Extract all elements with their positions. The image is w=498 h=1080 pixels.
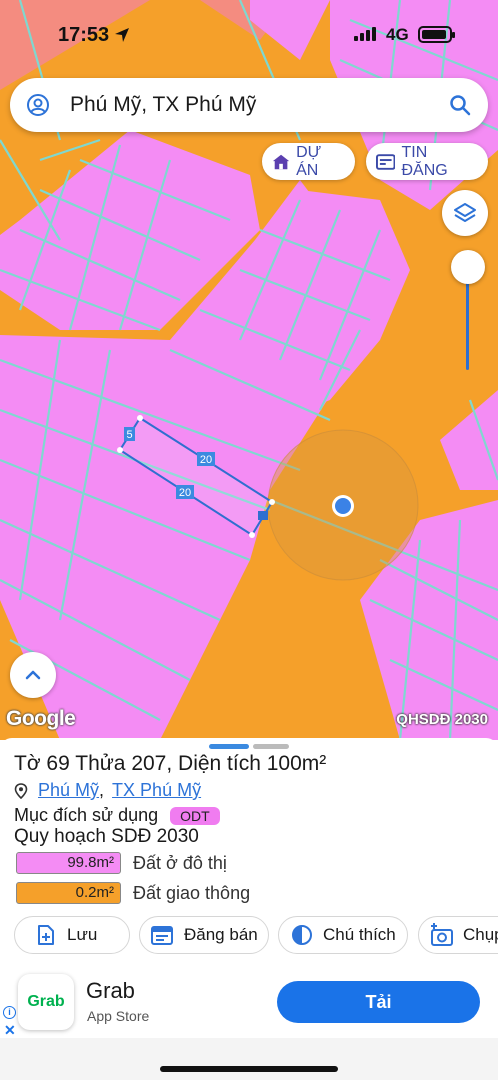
- ad-close-icon[interactable]: ✕: [4, 1022, 16, 1039]
- map-source-label: QHSDĐ 2030: [396, 711, 488, 728]
- bottom-area: [0, 1038, 498, 1080]
- search-bar[interactable]: Phú Mỹ, TX Phú Mỹ: [10, 78, 488, 132]
- listings-chip[interactable]: TIN ĐĂNG: [366, 143, 488, 180]
- location-arrow-icon: [115, 28, 129, 42]
- projects-chip-label: DỰ ÁN: [296, 143, 322, 179]
- home-indicator[interactable]: [160, 1066, 338, 1072]
- purpose-label: Mục đích sử dụng: [14, 805, 159, 825]
- chevron-up-icon: [25, 670, 41, 680]
- address-separator: ,: [99, 780, 105, 800]
- dimension-bottom: 20: [179, 487, 191, 499]
- land-purpose: Mục đích sử dụng ODT: [14, 805, 220, 826]
- parcel-info-panel: Tờ 69 Thửa 207, Diện tích 100m² Phú Mỹ ,…: [0, 738, 498, 1080]
- user-icon[interactable]: [26, 93, 50, 117]
- opacity-slider-track[interactable]: [466, 270, 469, 370]
- parcel-title: Tờ 69 Thửa 207, Diện tích 100m²: [14, 752, 327, 775]
- land-use-row: 99.8m² Đất ở đô thị: [16, 852, 227, 874]
- map-pin-icon: [14, 782, 28, 799]
- layers-button[interactable]: [442, 190, 488, 236]
- projects-chip[interactable]: DỰ ÁN: [262, 143, 355, 180]
- add-photo-icon: [431, 923, 453, 946]
- expand-up-button[interactable]: [10, 652, 56, 698]
- parcel-address: Phú Mỹ , TX Phú Mỹ: [14, 780, 201, 801]
- dimension-short: 5: [126, 429, 132, 441]
- news-icon: [376, 153, 396, 170]
- land-use-area: 0.2m²: [16, 882, 121, 904]
- opacity-slider-knob[interactable]: [451, 250, 485, 284]
- plan-title: Quy hoạch SDĐ 2030: [14, 826, 199, 847]
- action-bar: Lưu Đăng bán Chú thích Chụ: [0, 916, 498, 954]
- contrast-icon: [292, 925, 312, 945]
- capture-button-label: Chụp: [463, 925, 498, 944]
- dimension-top: 20: [200, 454, 212, 466]
- residential-block: [440, 390, 498, 490]
- ad-info-icon[interactable]: i: [3, 1006, 16, 1019]
- google-logo: Google: [6, 707, 76, 730]
- status-bar: 17:53 4G: [0, 18, 498, 52]
- legend-button[interactable]: Chú thích: [278, 916, 408, 954]
- search-query[interactable]: Phú Mỹ, TX Phú Mỹ: [70, 93, 256, 117]
- panel-handle[interactable]: [209, 744, 249, 749]
- signal-icon: [354, 27, 376, 41]
- town-link[interactable]: TX Phú Mỹ: [112, 780, 201, 801]
- network-type: 4G: [386, 25, 409, 44]
- legend-button-label: Chú thích: [323, 925, 396, 944]
- listings-chip-label: TIN ĐĂNG: [401, 143, 448, 179]
- purpose-badge: ODT: [170, 806, 220, 825]
- panel-handle-secondary[interactable]: [253, 744, 289, 749]
- layers-icon: [454, 203, 476, 222]
- capture-button[interactable]: Chụp: [418, 916, 498, 954]
- battery-icon: [418, 26, 455, 43]
- land-use-area: 99.8m²: [16, 852, 121, 874]
- land-use-row: 0.2m² Đất giao thông: [16, 882, 250, 904]
- status-time: 17:53: [58, 24, 110, 46]
- house-icon: [272, 154, 290, 169]
- land-use-label: Đất giao thông: [133, 882, 251, 903]
- ad-title[interactable]: Grab: [86, 978, 135, 1004]
- ad-banner[interactable]: i ✕ Grab Grab App Store Tải: [0, 966, 498, 1044]
- search-icon[interactable]: [448, 93, 472, 117]
- ad-subtitle: App Store: [87, 1008, 150, 1024]
- ad-app-logo[interactable]: Grab: [18, 974, 74, 1030]
- app-root: 5 20 20 17:53 4G Phú Mỹ, TX Phú Mỹ DỰ ÁN…: [0, 0, 498, 1080]
- map-view[interactable]: 5 20 20 17:53 4G Phú Mỹ, TX Phú Mỹ DỰ ÁN…: [0, 0, 498, 740]
- ward-link[interactable]: Phú Mỹ: [38, 780, 99, 801]
- save-button[interactable]: Lưu: [14, 916, 130, 954]
- land-use-label: Đất ở đô thị: [133, 852, 227, 873]
- calendar-icon: [151, 926, 173, 945]
- add-file-icon: [38, 925, 54, 945]
- save-button-label: Lưu: [67, 925, 98, 944]
- post-sale-button-label: Đăng bán: [184, 925, 258, 944]
- post-sale-button[interactable]: Đăng bán: [139, 916, 269, 954]
- ad-install-button[interactable]: Tải: [277, 981, 480, 1023]
